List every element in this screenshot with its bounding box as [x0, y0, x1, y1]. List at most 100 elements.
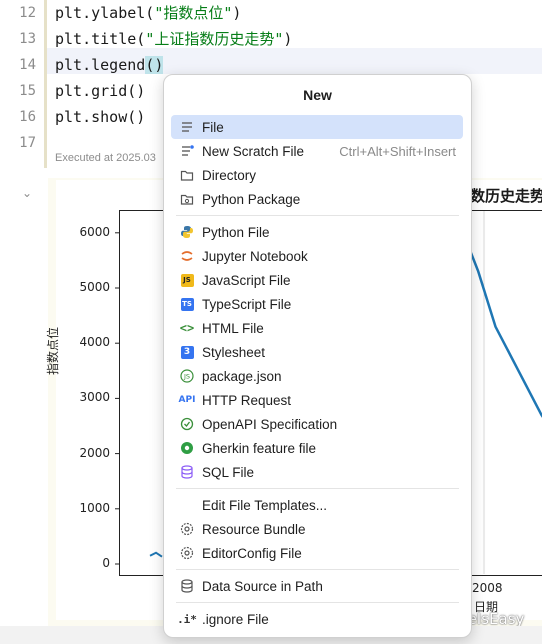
code-token: plt.grid() [55, 82, 146, 100]
string-literal: "指数点位" [154, 4, 233, 22]
ignore-icon: .i* [177, 612, 197, 626]
menu-item-label: New Scratch File [202, 143, 305, 159]
gear-icon [179, 521, 195, 537]
menu-item-file[interactable]: File [171, 115, 463, 139]
menu-item-label: .ignore File [202, 611, 269, 627]
menu-item-label: Stylesheet [202, 344, 266, 360]
code-line[interactable]: plt.title("上证指数历史走势") [55, 26, 292, 52]
menu-item-python-file[interactable]: Python File [171, 220, 463, 244]
menu-item-directory[interactable]: Directory [171, 163, 463, 187]
svg-text:JS: JS [183, 373, 190, 381]
menu-item-python-package[interactable]: Python Package [171, 187, 463, 211]
menu-item-label: Python Package [202, 191, 301, 207]
menu-item-label: Resource Bundle [202, 521, 306, 537]
menu-item-label: TypeScript File [202, 296, 292, 312]
code-token: plt.show() [55, 108, 146, 126]
file-icon [179, 119, 195, 135]
chevron-down-icon[interactable]: ⌄ [22, 186, 32, 200]
css-icon: 3 [179, 344, 195, 360]
y-tick-label: 2000 [79, 445, 110, 460]
code-line[interactable]: plt.ylabel("指数点位") [55, 0, 241, 26]
menu-item-label: HTTP Request [202, 392, 292, 408]
line-number: 15 [19, 83, 36, 99]
chart-title: 数历史走势 [470, 187, 542, 205]
menu-item-label: Directory [202, 167, 257, 183]
code-token: ) [232, 4, 242, 22]
menu-item-label: JavaScript File [202, 272, 291, 288]
menu-item-openapi-specification[interactable]: OpenAPI Specification [171, 412, 463, 436]
menu-item-stylesheet[interactable]: 3 Stylesheet [171, 340, 463, 364]
menu-item-data-source-in-path[interactable]: Data Source in Path [171, 574, 463, 598]
menu-item-typescript-file[interactable]: TS TypeScript File [171, 292, 463, 316]
menu-item-editorconfig-file[interactable]: EditorConfig File [171, 541, 463, 565]
y-tick-label: 3000 [79, 390, 110, 405]
python-package-icon [179, 191, 195, 207]
menu-item-label: Edit File Templates... [202, 497, 328, 513]
menu-separator [176, 215, 459, 216]
line-number: 17 [19, 135, 36, 151]
menu-item-shortcut: Ctrl+Alt+Shift+Insert [339, 143, 456, 159]
y-tick-label: 5000 [79, 280, 110, 294]
cell-indicator-bar [44, 0, 47, 168]
database-icon [179, 578, 195, 594]
line-gutter: 12 13 14 15 16 17 [0, 0, 44, 180]
y-tick-label: 1000 [79, 500, 110, 515]
x-tick-label: 2008 [472, 581, 503, 595]
menu-item-http-request[interactable]: API HTTP Request [171, 388, 463, 412]
typescript-icon: TS [179, 296, 195, 312]
menu-item-label: Python File [202, 224, 270, 240]
jupyter-icon [179, 248, 195, 264]
menu-item-javascript-file[interactable]: JS JavaScript File [171, 268, 463, 292]
menu-item-label: File [202, 119, 224, 135]
code-token: plt.title( [55, 30, 146, 48]
code-line[interactable]: plt.legend() [55, 52, 164, 78]
y-axis-label: 指数点位 [46, 326, 60, 375]
menu-item-resource-bundle[interactable]: Resource Bundle [171, 517, 463, 541]
code-token: plt.ylabel( [55, 4, 155, 22]
menu-item-gherkin-feature-file[interactable]: Gherkin feature file [171, 436, 463, 460]
database-icon [179, 464, 195, 480]
y-tick-label: 0 [102, 556, 110, 570]
menu-item-label: Data Source in Path [202, 578, 323, 594]
popup-title: New [303, 87, 332, 103]
menu-separator [176, 602, 459, 603]
code-line[interactable]: plt.show() [55, 104, 145, 130]
menu-item-label: OpenAPI Specification [202, 416, 338, 432]
package-json-icon: JS [179, 368, 195, 384]
matched-parentheses: () [145, 56, 164, 74]
y-tick-label: 6000 [79, 224, 110, 239]
string-literal: "上证指数历史走势" [145, 30, 284, 48]
api-icon: API [178, 395, 196, 405]
line-number: 16 [19, 109, 36, 125]
menu-item-label: Jupyter Notebook [202, 248, 308, 264]
html-icon: <> [179, 321, 195, 335]
gear-icon [179, 545, 195, 561]
menu-item-jupyter-notebook[interactable]: Jupyter Notebook [171, 244, 463, 268]
menu-separator [176, 488, 459, 489]
menu-item-label: Gherkin feature file [202, 440, 317, 456]
menu-item-edit-file-templates[interactable]: Edit File Templates... [171, 493, 463, 517]
execution-timestamp: Executed at 2025.03 [55, 152, 156, 164]
line-number: 13 [19, 31, 36, 47]
menu-separator [176, 569, 459, 570]
menu-item-label: HTML File [202, 320, 264, 336]
menu-item-new-scratch-file[interactable]: New Scratch File Ctrl+Alt+Shift+Insert [171, 139, 463, 163]
code-line[interactable]: plt.grid() [55, 78, 145, 104]
gherkin-icon [179, 440, 195, 456]
line-number: 12 [19, 5, 36, 21]
openapi-icon [179, 416, 195, 432]
scratch-file-icon [179, 143, 195, 159]
y-tick-label: 4000 [79, 335, 110, 350]
javascript-icon: JS [179, 272, 195, 288]
new-file-popup: New File New Scratch File Ctrl+Alt+Shift+I… [163, 74, 472, 638]
blank-icon [179, 497, 195, 513]
python-icon [179, 224, 195, 240]
menu-item-sql-file[interactable]: SQL File [171, 460, 463, 484]
menu-item-package-json[interactable]: JS package.json [171, 364, 463, 388]
menu-item-label: EditorConfig File [202, 545, 302, 561]
line-number: 14 [19, 57, 36, 73]
code-token: plt.legend [55, 56, 146, 74]
menu-item-html-file[interactable]: <> HTML File [171, 316, 463, 340]
folder-icon [179, 167, 195, 183]
menu-item-ignore-file[interactable]: .i* .ignore File [171, 607, 463, 631]
